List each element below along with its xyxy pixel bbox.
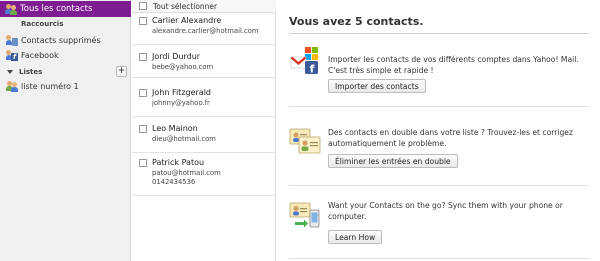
import-contacts-button[interactable]: Importer des contacts xyxy=(328,79,426,93)
contact-list-icon xyxy=(6,81,18,92)
contacts-overview-panel: Vous avez 5 contacts. f Importer les con… xyxy=(277,0,600,261)
sidebar-item-list-1[interactable]: liste numéro 1 xyxy=(6,80,79,93)
duplicate-contacts-icon xyxy=(289,128,321,154)
sync-contacts-icon xyxy=(289,202,320,228)
sidebar-item-deleted-contacts[interactable]: Contacts supprimés xyxy=(6,34,101,47)
contact-name: Carlier Alexandre xyxy=(152,16,222,25)
select-all-row[interactable]: Tout sélectionner xyxy=(132,0,276,13)
sidebar-item-facebook[interactable]: f Facebook xyxy=(6,49,59,62)
contact-row[interactable]: Patrick Patou patou@hotmail.com 01424345… xyxy=(132,154,276,196)
contact-list: Tout sélectionner Carlier Alexandre alex… xyxy=(132,0,276,261)
contact-checkbox[interactable] xyxy=(139,159,147,167)
sidebar-item-label: liste numéro 1 xyxy=(21,82,79,91)
svg-text:f: f xyxy=(310,63,315,76)
select-all-label: Tout sélectionner xyxy=(153,1,218,11)
page-title: Vous avez 5 contacts. xyxy=(289,15,424,28)
lists-heading: Listes xyxy=(19,68,43,76)
contact-name: Leo Mainon xyxy=(152,124,198,133)
select-all-checkbox[interactable] xyxy=(139,2,147,10)
add-list-button[interactable]: + xyxy=(116,66,127,77)
sidebar-item-label: Tous les contacts xyxy=(20,4,93,14)
divider xyxy=(289,106,589,107)
contact-name: Patrick Patou xyxy=(152,158,205,167)
contact-checkbox[interactable] xyxy=(139,89,147,97)
lists-toggle[interactable]: Listes xyxy=(6,67,126,77)
contact-email: dieu@hotmail.com xyxy=(152,135,216,143)
collapse-triangle-icon xyxy=(7,70,13,74)
sync-description: Want your Contacts on the go? Sync them … xyxy=(328,201,563,221)
contact-row[interactable]: Carlier Alexandre alexandre.carlier@hotm… xyxy=(132,14,276,45)
remove-duplicates-button[interactable]: Éliminer les entrées en double xyxy=(328,154,458,168)
contact-name: Jordi Durdur xyxy=(152,52,201,61)
contact-email: johnny@yahoo.fr xyxy=(152,99,210,107)
facebook-contacts-icon: f xyxy=(6,50,18,61)
import-description: Importer les contacts de vos différents … xyxy=(328,55,579,75)
contact-row[interactable]: Leo Mainon dieu@hotmail.com xyxy=(132,118,276,153)
contact-name: John Fitzgerald xyxy=(152,88,212,97)
divider xyxy=(289,185,589,186)
sidebar-item-label: Contacts supprimés xyxy=(21,36,101,45)
contact-email: patou@hotmail.com xyxy=(152,169,221,177)
shortcuts-heading: Raccourcis xyxy=(21,20,64,28)
contact-checkbox[interactable] xyxy=(139,125,147,133)
learn-how-button[interactable]: Learn How xyxy=(328,230,383,244)
contact-row[interactable]: Jordi Durdur bebe@yahoo.com xyxy=(132,46,276,78)
contact-email: alexandre.carlier@hotmail.com xyxy=(152,27,259,35)
duplicates-description: Des contacts en double dans votre liste … xyxy=(328,128,573,148)
sidebar-item-all-contacts[interactable]: Tous les contacts xyxy=(0,1,131,17)
deleted-contacts-icon xyxy=(6,35,18,46)
contact-row[interactable]: John Fitzgerald johnny@yahoo.fr xyxy=(132,79,276,117)
sidebar-item-label: Facebook xyxy=(21,51,59,60)
contact-email: bebe@yahoo.com xyxy=(152,63,214,71)
divider xyxy=(289,33,589,34)
divider xyxy=(289,258,589,259)
import-contacts-icon: f xyxy=(290,47,318,76)
contact-checkbox[interactable] xyxy=(139,17,147,25)
contact-phone: 0142434536 xyxy=(152,178,196,186)
contact-checkbox[interactable] xyxy=(139,53,147,61)
contacts-icon xyxy=(5,3,17,15)
contacts-sidebar: Tous les contacts Raccourcis Contacts su… xyxy=(0,0,131,261)
